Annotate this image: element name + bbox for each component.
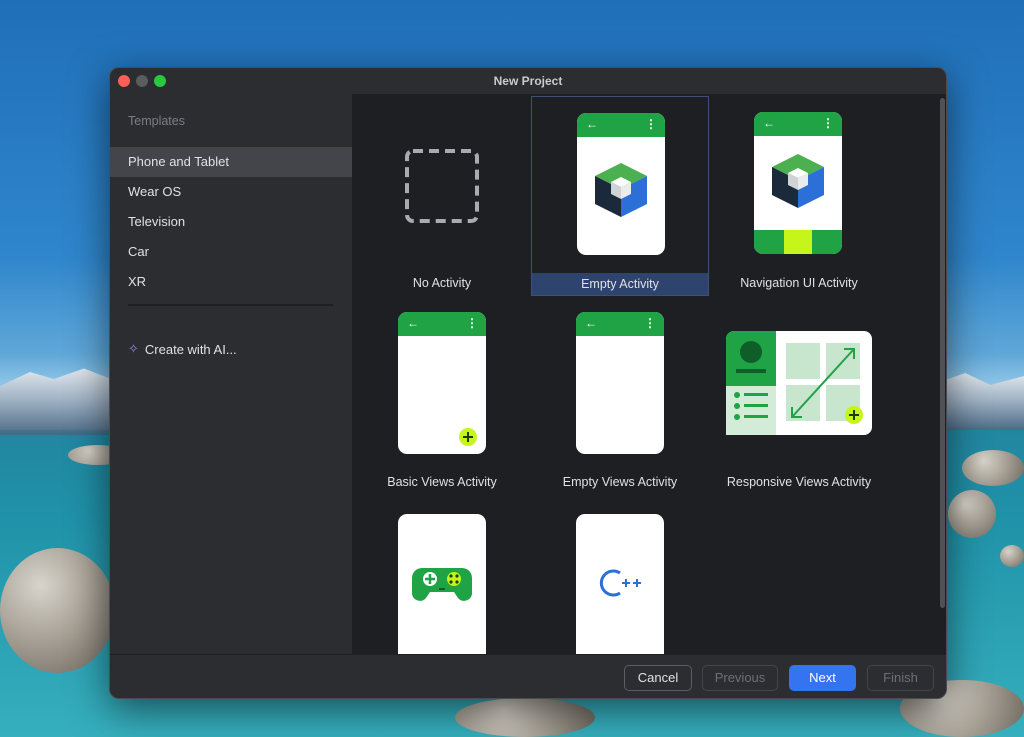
- sidebar-item-car[interactable]: Car: [110, 237, 352, 267]
- template-gallery: No Activity ← ⋮ Empty Activity ← ⋮ Navig…: [353, 94, 946, 654]
- mountain-left: [0, 368, 120, 435]
- responsive-layout-icon: [726, 331, 872, 435]
- back-arrow-icon: ←: [763, 116, 775, 130]
- template-label: No Activity: [412, 276, 472, 290]
- overflow-menu-icon: ⋮: [466, 316, 478, 330]
- gallery-scrollbar[interactable]: [940, 98, 945, 608]
- cancel-button[interactable]: Cancel: [624, 665, 692, 691]
- phone-preview: ← ⋮: [577, 113, 665, 255]
- rock: [0, 548, 115, 673]
- empty-placeholder-icon: [405, 149, 479, 223]
- phone-preview: [576, 514, 664, 654]
- templates-sidebar: Templates Phone and Tablet Wear OS Telev…: [110, 94, 353, 654]
- rock: [455, 698, 595, 737]
- titlebar: New Project: [110, 68, 946, 94]
- next-button[interactable]: Next: [789, 665, 856, 691]
- app-bar: ← ⋮: [398, 312, 486, 336]
- window-title: New Project: [493, 74, 563, 88]
- sidebar-item-television[interactable]: Television: [110, 207, 352, 237]
- template-label: Navigation UI Activity: [740, 276, 858, 290]
- sidebar-item-wear-os[interactable]: Wear OS: [110, 177, 352, 207]
- back-arrow-icon: ←: [586, 117, 598, 131]
- app-bar: ← ⋮: [577, 113, 665, 137]
- phone-preview: ← ⋮: [398, 312, 486, 454]
- rock: [948, 490, 996, 538]
- template-no-activity[interactable]: No Activity: [353, 96, 531, 296]
- sparkle-icon: ✧: [128, 341, 139, 356]
- previous-button[interactable]: Previous: [702, 665, 778, 691]
- nav-selected-item: [784, 230, 812, 254]
- create-with-ai-label: Create with AI...: [144, 341, 237, 357]
- sidebar-item-xr[interactable]: XR: [110, 267, 352, 297]
- back-arrow-icon: ←: [407, 316, 419, 330]
- template-label: Responsive Views Activity: [726, 475, 872, 489]
- finish-button[interactable]: Finish: [867, 665, 934, 691]
- dialog-footer: Cancel Previous Next Finish: [110, 654, 946, 698]
- template-responsive-views-activity[interactable]: Responsive Views Activity: [710, 298, 888, 498]
- rock: [1000, 545, 1024, 567]
- template-label: Basic Views Activity: [387, 475, 497, 489]
- template-label: Empty Activity: [532, 273, 708, 295]
- app-bar: ← ⋮: [754, 112, 842, 136]
- phone-preview: ← ⋮: [754, 112, 842, 254]
- compose-cube-icon: [772, 154, 824, 208]
- template-empty-views-activity[interactable]: ← ⋮ Empty Views Activity: [531, 298, 709, 498]
- rock: [962, 450, 1024, 486]
- bottom-navigation-bar: [754, 230, 842, 254]
- back-arrow-icon: ←: [585, 316, 597, 330]
- sidebar-divider: [128, 304, 333, 306]
- new-project-dialog: New Project Templates Phone and Tablet W…: [109, 67, 947, 699]
- template-navigation-ui-activity[interactable]: ← ⋮ Navigation UI Activity: [710, 96, 888, 296]
- template-game-activity[interactable]: [353, 500, 531, 654]
- fab-add-icon: [459, 428, 477, 446]
- phone-preview: ← ⋮: [576, 312, 664, 454]
- template-label: Empty Views Activity: [562, 475, 678, 489]
- gamepad-icon: [412, 568, 472, 601]
- close-window-button[interactable]: [118, 75, 130, 87]
- overflow-menu-icon: ⋮: [645, 117, 657, 131]
- compose-cube-icon: [595, 163, 647, 217]
- phone-preview: [398, 514, 486, 654]
- template-empty-activity[interactable]: ← ⋮ Empty Activity: [531, 96, 709, 296]
- maximize-window-button[interactable]: [154, 75, 166, 87]
- app-bar: ← ⋮: [576, 312, 664, 336]
- create-with-ai-item[interactable]: ✧ Create with AI...: [128, 341, 237, 357]
- template-basic-views-activity[interactable]: ← ⋮ Basic Views Activity: [353, 298, 531, 498]
- mountain-right: [940, 373, 1024, 430]
- sidebar-item-phone-and-tablet[interactable]: Phone and Tablet: [110, 147, 352, 177]
- minimize-window-button[interactable]: [136, 75, 148, 87]
- template-native-cpp[interactable]: [531, 500, 709, 654]
- overflow-menu-icon: ⋮: [644, 316, 656, 330]
- cpp-icon: [599, 569, 641, 597]
- overflow-menu-icon: ⋮: [822, 116, 834, 130]
- sidebar-header: Templates: [128, 114, 185, 128]
